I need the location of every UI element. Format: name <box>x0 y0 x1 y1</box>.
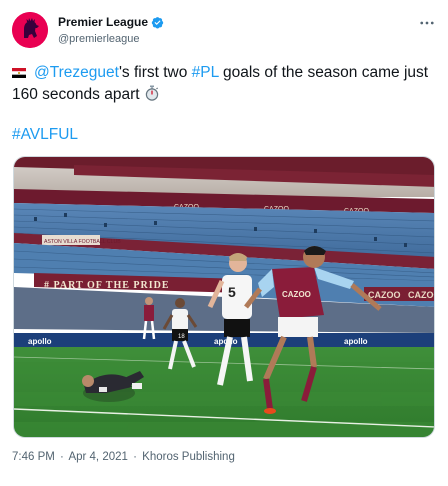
meta-separator-2: · <box>133 451 137 463</box>
stand-sign: ASTON VILLA FOOTBALL CLUB <box>44 239 121 245</box>
tweet-photo[interactable]: CAZOO CAZOO CAZOO ASTON VILLA FOOTBA <box>13 156 435 438</box>
svg-text:apollo: apollo <box>344 337 368 346</box>
svg-text:CAZOO: CAZOO <box>368 290 401 300</box>
tweet-header: Premier League @premierleague <box>12 12 436 52</box>
player-number-18: 18 <box>178 334 185 340</box>
tweet-time[interactable]: 7:46 PM <box>12 451 55 463</box>
avatar[interactable] <box>12 12 48 48</box>
tweet-text-part-1: 's first two <box>118 64 192 81</box>
stopwatch-icon <box>145 85 158 101</box>
tweet-meta: 7:46 PM · Apr 4, 2021 · Khoros Publishin… <box>12 451 237 463</box>
handle[interactable]: @premierleague <box>58 33 164 45</box>
svg-text:CAZOO: CAZOO <box>408 290 435 300</box>
hashtag-link-pl[interactable]: #PL <box>192 64 219 81</box>
more-options-icon[interactable] <box>418 14 436 32</box>
meta-separator: · <box>60 451 64 463</box>
tweet-card: Premier League @premierleague @Trezeguet… <box>0 0 448 486</box>
tweet-date[interactable]: Apr 4, 2021 <box>68 451 127 463</box>
tweet-text: @Trezeguet's first two #PL goals of the … <box>12 62 436 106</box>
verified-badge-icon <box>151 16 164 28</box>
match-photo: CAZOO CAZOO CAZOO ASTON VILLA FOOTBA <box>14 157 435 437</box>
display-name[interactable]: Premier League <box>58 15 148 29</box>
mention-link[interactable]: @Trezeguet <box>34 64 119 81</box>
svg-text:CAZOO: CAZOO <box>282 290 311 299</box>
tweet-source[interactable]: Khoros Publishing <box>142 451 235 463</box>
player-number-5: 5 <box>228 284 236 300</box>
egypt-flag-icon <box>12 68 26 78</box>
board-sponsor-apollo: apollo <box>28 337 52 346</box>
hashtag-link-avlful[interactable]: #AVLFUL <box>12 126 78 144</box>
premier-league-lion-icon <box>12 12 48 48</box>
